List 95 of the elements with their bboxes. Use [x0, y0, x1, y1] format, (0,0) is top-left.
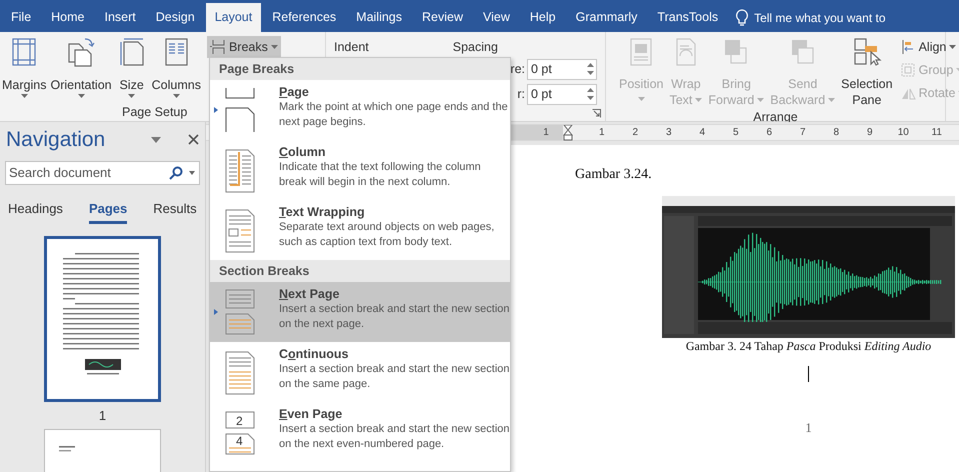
caret-icon	[20, 94, 28, 98]
page-number-label: 1	[98, 406, 106, 424]
ribbon-button[interactable]: Selection Pane	[838, 36, 896, 108]
ruler-number: 11	[930, 126, 943, 140]
ruler-number: 1	[598, 126, 606, 140]
figure-label-text: Gambar 3.24.	[575, 167, 653, 183]
pane-title: Navigation	[6, 127, 106, 153]
ruler-number: 8	[832, 126, 840, 140]
ribbon-button[interactable]: Columns	[150, 36, 203, 103]
caret-icon	[949, 45, 956, 49]
pointer-icon	[214, 107, 218, 113]
caret-icon	[128, 94, 136, 98]
spacing-spin-field[interactable]: 0 pt	[527, 58, 597, 80]
pane-tab[interactable]: Pages	[88, 200, 128, 224]
spinner-icon	[587, 87, 594, 102]
ribbon-button[interactable]: Orientation	[48, 36, 114, 103]
ruler-number: 4	[698, 126, 706, 140]
align-icon	[900, 39, 916, 55]
tell-me-search[interactable]: Tell me what you want to	[754, 8, 886, 26]
ribbon-small-button[interactable]: Align	[900, 38, 959, 56]
caret-icon	[828, 98, 836, 102]
search-field[interactable]: Search document	[5, 160, 200, 184]
ribbon-button[interactable]: Margins	[0, 36, 48, 103]
ribbon-tab[interactable]: References	[263, 3, 346, 32]
ribbon-tab[interactable]: File	[2, 3, 40, 32]
group-label: Arrange	[752, 109, 799, 126]
ribbon-tab[interactable]: Home	[42, 3, 94, 32]
ribbon-tab[interactable]: Design	[146, 3, 204, 32]
ruler-number: 5	[732, 126, 740, 140]
ribbon-tab[interactable]: TransTools	[648, 3, 728, 32]
spacing-spin-field[interactable]: 0 pt	[527, 84, 597, 105]
spacing-label: Spacing	[452, 39, 498, 56]
caret-icon	[695, 98, 702, 102]
close-icon[interactable]	[188, 134, 199, 146]
ruler-number: 2	[631, 126, 640, 140]
page-number: 1	[805, 419, 812, 437]
spinner-icon	[587, 62, 594, 76]
menu-item[interactable]: 2 4 Even Page Insert a section break and start the new section on the next even-numbered page.	[210, 402, 510, 462]
ribbon-tab[interactable]: Insert	[96, 3, 145, 32]
lightbulb-icon	[735, 8, 750, 26]
caret-icon	[270, 45, 278, 49]
menu-item-title: Column	[279, 144, 327, 160]
menu-item-description: Mark the point at which one page ends and the next page begins.	[279, 100, 509, 130]
menu-item[interactable]: Text Wrapping Separate text around objects on web pages, such as caption text from body text.	[210, 200, 510, 260]
menu-item[interactable]: Column Indicate that the text following the column break will begin in the next column.	[210, 140, 510, 200]
menu-item[interactable]: Next Page Insert a section break and start the new section on the next page.	[210, 282, 510, 342]
menu-item-description: Insert a section break and start the new section on the same page.	[279, 362, 510, 392]
ruler-number: 1	[542, 126, 550, 140]
caret-icon	[638, 97, 645, 101]
caret-icon	[172, 94, 180, 98]
pane-tab[interactable]: Results	[153, 200, 197, 224]
menu-item-title: Even Page	[279, 406, 344, 422]
menu-section-header: Page Breaks	[210, 58, 510, 80]
menu-item-title: Page	[279, 84, 310, 100]
menu-item-description: Separate text around objects on web pages, such as caption text from body text.	[279, 220, 496, 250]
pointer-icon	[214, 309, 218, 315]
menu-item[interactable]: Page Mark the point at which one page ends and the next page begins.	[210, 80, 510, 140]
spacing-field-label: r:	[517, 86, 525, 103]
ribbon-tab[interactable]: Review	[413, 3, 472, 32]
caret-icon	[78, 94, 85, 98]
breaks-button[interactable]: Breaks	[206, 36, 281, 58]
ribbon-tab[interactable]: Grammarly	[566, 3, 646, 32]
group-label: Page Setup	[122, 104, 188, 121]
pane-tab[interactable]: Headings	[8, 200, 63, 224]
ruler-number: 10	[896, 126, 910, 140]
menu-item[interactable]: Continuous Insert a section break and start the new section on the same page.	[210, 342, 510, 402]
ruler-number: 6	[765, 126, 774, 140]
ribbon-tab[interactable]: Mailings	[347, 3, 412, 32]
menu-item-description: Insert a section break and start the new section on the next page.	[279, 302, 510, 332]
menu-item-description: Indicate that the text following the column break will begin in the next column.	[279, 160, 482, 190]
ruler-number: 9	[866, 126, 874, 140]
ruler-number: 3	[664, 126, 673, 140]
menu-item-title: Next Page	[279, 286, 340, 302]
indent-label: Indent	[334, 39, 369, 56]
page-break-icon	[210, 39, 226, 55]
text-cursor	[808, 366, 809, 382]
menu-item-title: Continuous	[279, 346, 350, 362]
ribbon-tab[interactable]: Help	[520, 3, 565, 32]
ribbon-button[interactable]: Size	[114, 36, 150, 103]
menu-section-header: Section Breaks	[210, 260, 510, 282]
ribbon-tab[interactable]: Layout	[206, 3, 262, 32]
caret-icon	[757, 98, 764, 102]
search-icon[interactable]	[169, 166, 183, 180]
menu-item-description: Insert a section break and start the new section on the next even-numbered page.	[279, 422, 510, 452]
indent-marker-icon[interactable]	[563, 124, 573, 140]
spacing-field-label: re:	[510, 60, 525, 78]
ribbon-tab[interactable]: View	[474, 3, 519, 32]
ruler-number: 7	[798, 126, 807, 140]
caret-icon[interactable]	[151, 136, 161, 143]
figure-caption: Gambar 3. 24 Tahap Pasca Produksi Editing Audio	[686, 339, 932, 353]
menu-item-title: Text Wrapping	[279, 204, 366, 220]
group-icon	[900, 62, 916, 78]
page-thumbnail[interactable]	[44, 236, 161, 402]
dialog-launcher-icon[interactable]	[592, 109, 601, 118]
caret-icon[interactable]	[189, 170, 195, 174]
